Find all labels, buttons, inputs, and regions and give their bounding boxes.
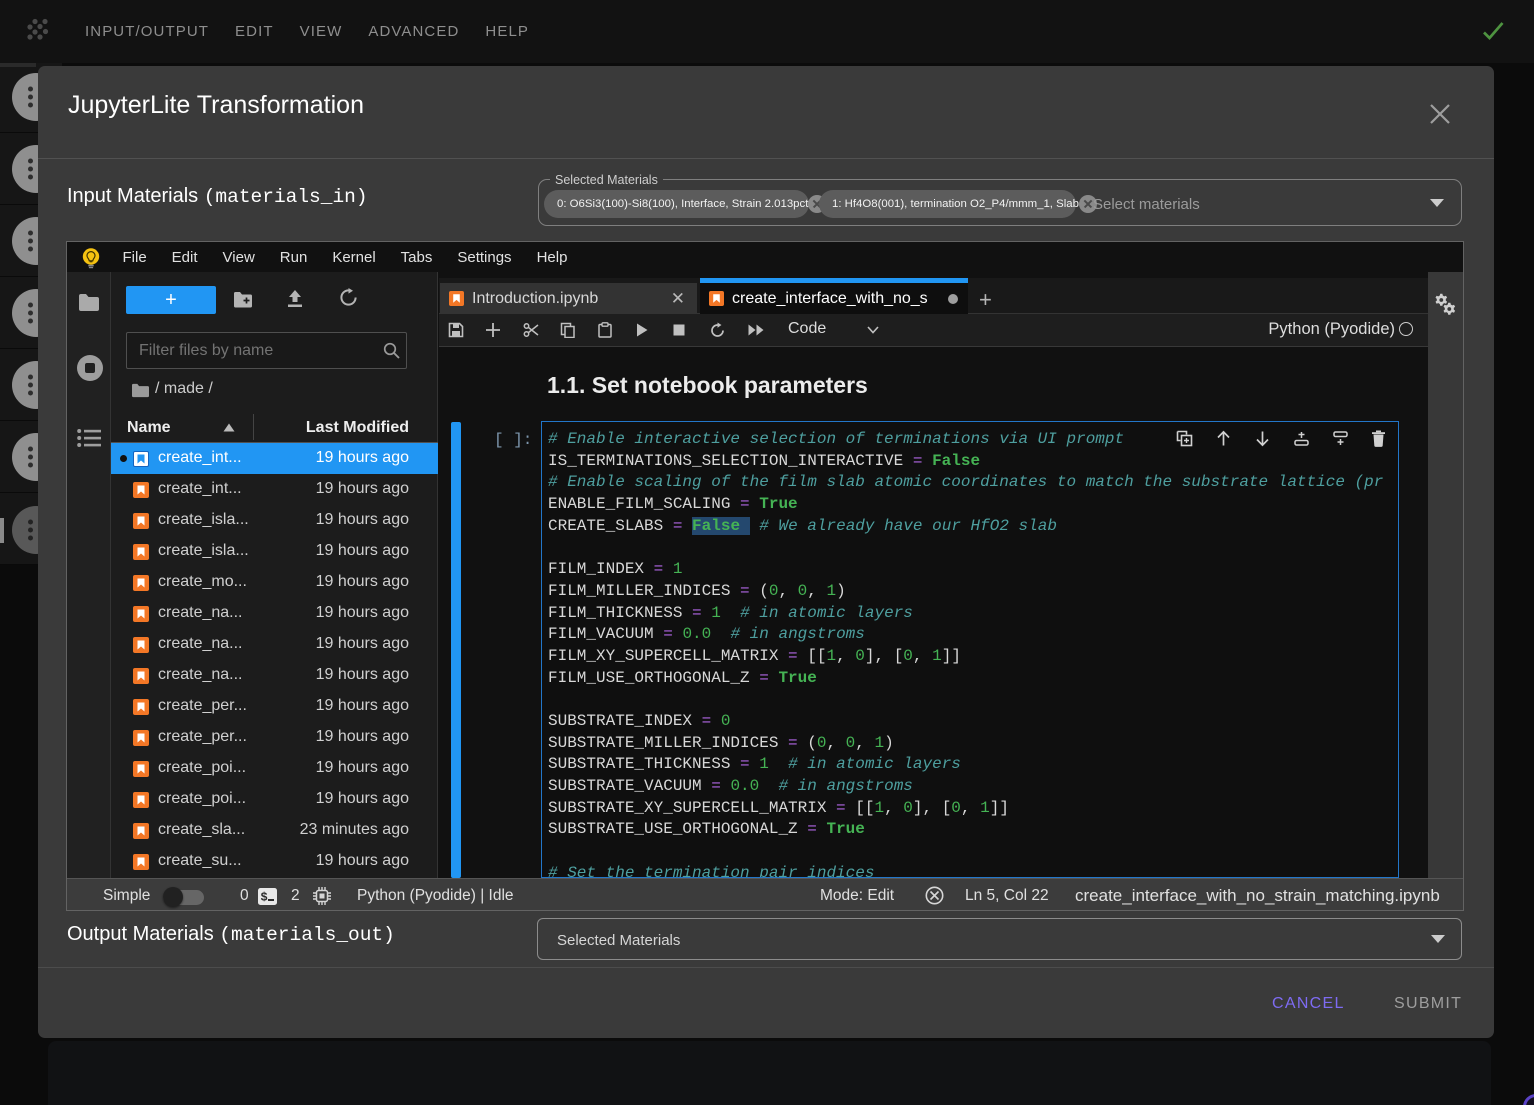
svg-text:$: $ [261, 891, 268, 905]
